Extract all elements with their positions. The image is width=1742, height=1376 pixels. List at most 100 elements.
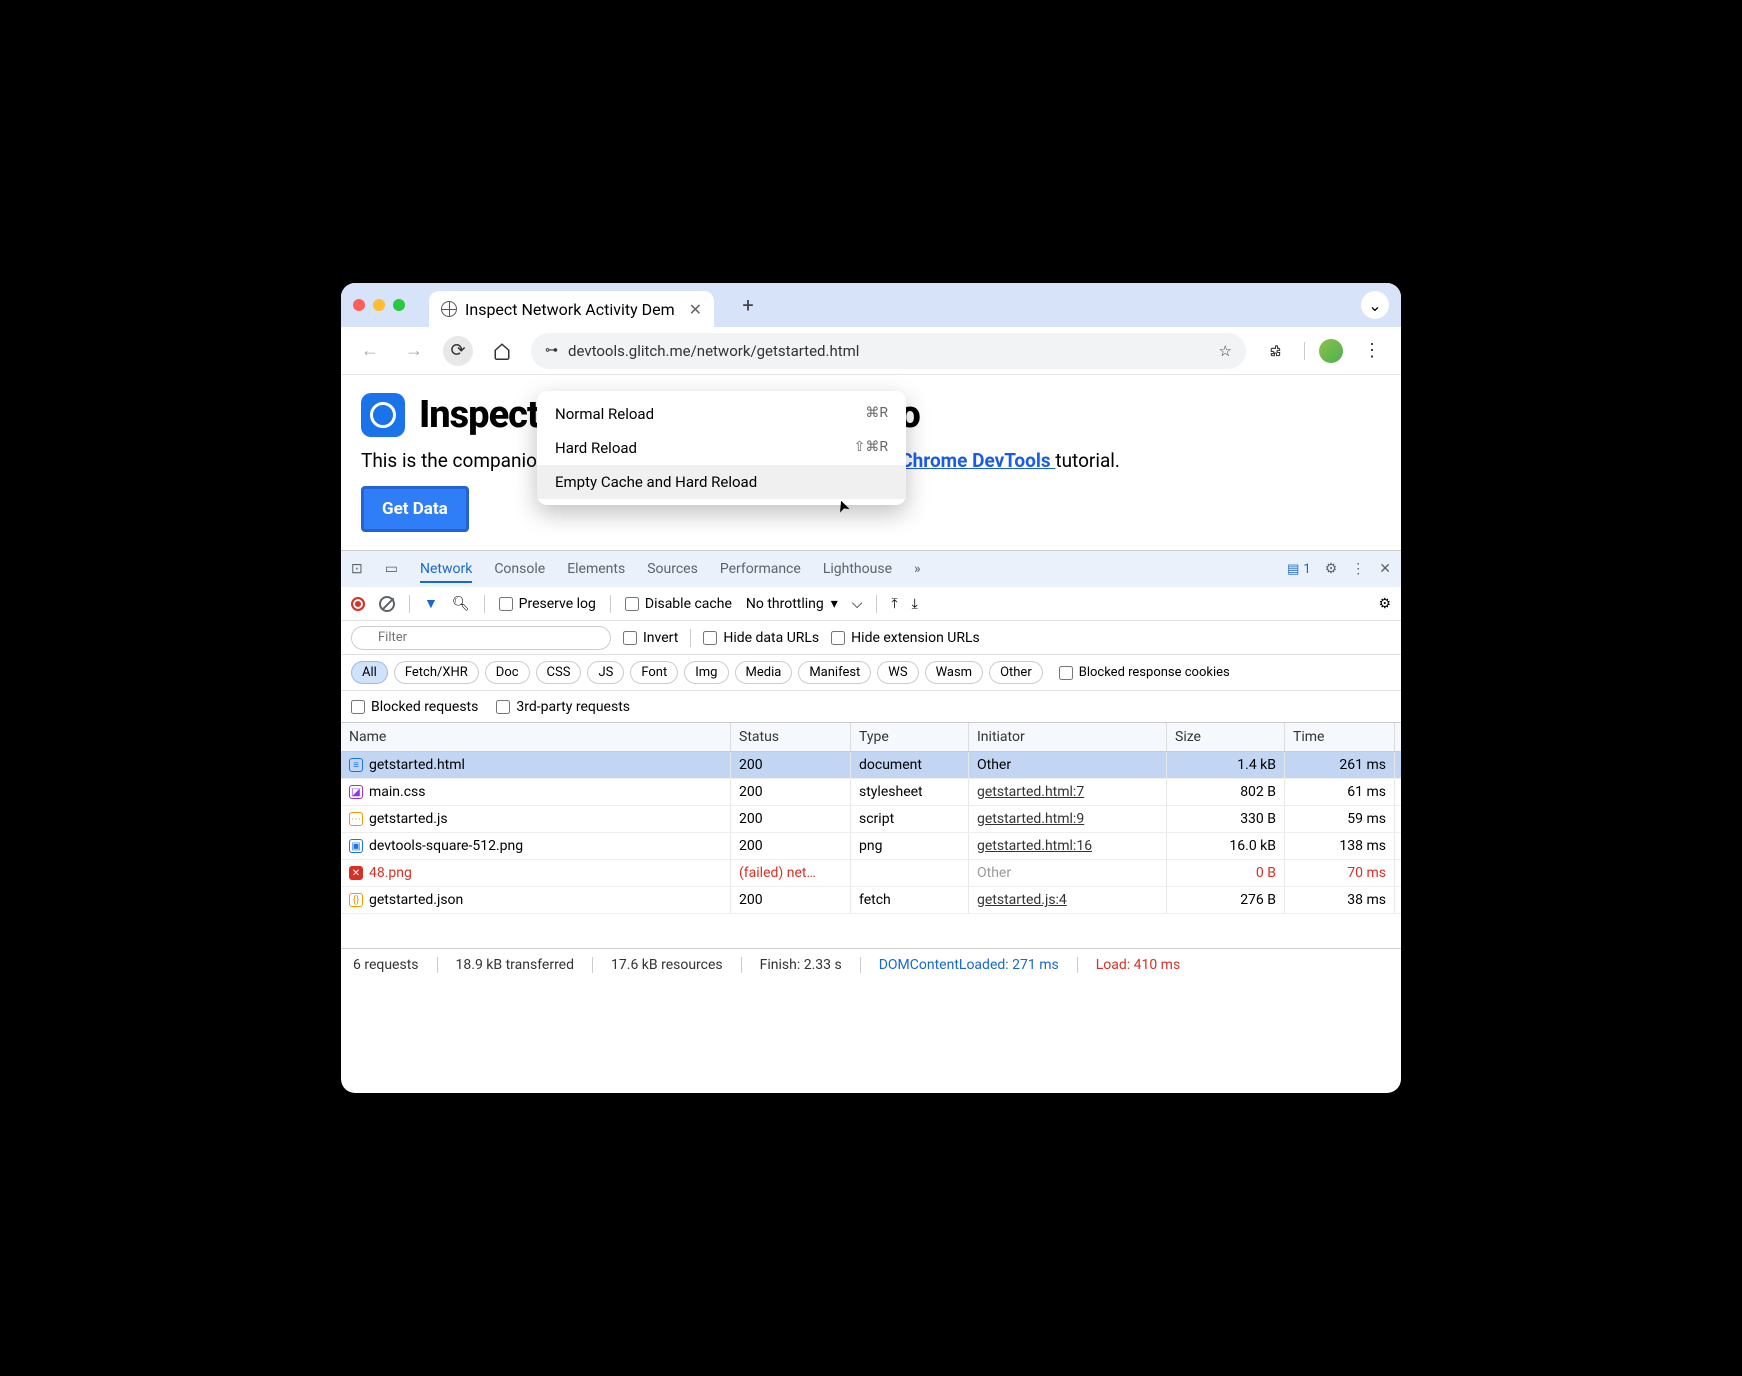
col-name[interactable]: Name [341, 723, 731, 751]
close-icon[interactable] [353, 299, 365, 311]
record-button[interactable] [351, 597, 365, 611]
reload-button[interactable]: ⟳ [443, 336, 473, 366]
table-row[interactable]: ✕48.png(failed) net…Other0 B70 ms [341, 860, 1401, 887]
table-row[interactable]: ⋯getstarted.js200scriptgetstarted.html:9… [341, 806, 1401, 833]
tab-console[interactable]: Console [494, 561, 545, 577]
hide-data-urls-checkbox[interactable]: Hide data URLs [703, 630, 819, 646]
browser-window: Inspect Network Activity Dem ✕ + ⌄ ← → ⟳… [341, 283, 1401, 1093]
separator [1304, 342, 1305, 360]
type-pill-all[interactable]: All [351, 661, 388, 684]
type-pill-js[interactable]: JS [587, 661, 624, 684]
site-settings-icon[interactable]: ⊶ [545, 343, 558, 358]
more-tabs-icon[interactable]: » [914, 561, 921, 577]
type-pill-wasm[interactable]: Wasm [925, 661, 984, 684]
profile-avatar[interactable] [1319, 339, 1343, 363]
toolbar: ← → ⟳ ⊶ devtools.glitch.me/network/getst… [341, 327, 1401, 375]
blocked-cookies-checkbox[interactable]: Blocked response cookies [1059, 665, 1230, 680]
forward-button[interactable]: → [399, 336, 429, 366]
search-icon[interactable]: 🔍︎ [452, 596, 470, 612]
reload-context-menu: Normal Reload ⌘R Hard Reload ⇧⌘R Empty C… [537, 391, 906, 505]
menu-hard-reload[interactable]: Hard Reload ⇧⌘R [537, 431, 906, 465]
address-bar[interactable]: ⊶ devtools.glitch.me/network/getstarted.… [531, 333, 1246, 369]
status-bar: 6 requests 18.9 kB transferred 17.6 kB r… [341, 948, 1401, 980]
tab-list-button[interactable]: ⌄ [1361, 291, 1389, 319]
menu-normal-reload[interactable]: Normal Reload ⌘R [537, 397, 906, 431]
status-resources: 17.6 kB resources [611, 957, 742, 973]
type-pill-fetch-xhr[interactable]: Fetch/XHR [394, 661, 479, 684]
filter-input[interactable] [351, 626, 611, 650]
close-devtools-icon[interactable]: ✕ [1379, 561, 1391, 577]
app-icon [361, 393, 405, 437]
type-filters: All Fetch/XHR Doc CSSJS Font Img MediaManifest… [341, 655, 1401, 691]
preserve-log-checkbox[interactable]: Preserve log [499, 596, 596, 612]
tab-lighthouse[interactable]: Lighthouse [823, 561, 892, 577]
inspect-icon[interactable]: ⊡ [351, 561, 363, 577]
more-icon[interactable]: ⋮ [1351, 561, 1365, 577]
col-size[interactable]: Size [1167, 723, 1285, 751]
disable-cache-checkbox[interactable]: Disable cache [625, 596, 732, 612]
type-pill-other[interactable]: Other [989, 661, 1043, 684]
network-settings-icon[interactable]: ⚙ [1378, 596, 1391, 612]
filter-row: Invert Hide data URLs Hide extension URL… [341, 621, 1401, 655]
type-pill-img[interactable]: Img [684, 661, 728, 684]
col-type[interactable]: Type [851, 723, 969, 751]
traffic-lights [353, 299, 405, 311]
type-pill-css[interactable]: CSS [536, 661, 582, 684]
third-party-checkbox[interactable]: 3rd-party requests [496, 699, 630, 715]
titlebar: Inspect Network Activity Dem ✕ + ⌄ [341, 283, 1401, 327]
filter-icon[interactable]: ▼ [424, 595, 438, 612]
status-load: Load: 410 ms [1096, 957, 1198, 973]
clear-button[interactable] [379, 596, 395, 612]
status-transferred: 18.9 kB transferred [456, 957, 594, 973]
get-data-button[interactable]: Get Data [361, 486, 469, 532]
table-row[interactable]: {}getstarted.json200fetchgetstarted.js:4… [341, 887, 1401, 914]
menu-button[interactable]: ⋮ [1357, 336, 1387, 366]
back-button[interactable]: ← [355, 336, 385, 366]
network-conditions-icon[interactable]: ⌵ [852, 596, 863, 612]
menu-empty-cache-hard-reload[interactable]: Empty Cache and Hard Reload [537, 465, 906, 499]
minimize-icon[interactable] [373, 299, 385, 311]
extensions-icon[interactable] [1260, 336, 1290, 366]
tab-title: Inspect Network Activity Dem [465, 300, 675, 319]
network-controls: ▼ 🔍︎ Preserve log Disable cache No throt… [341, 587, 1401, 621]
tab-elements[interactable]: Elements [567, 561, 625, 577]
close-tab-icon[interactable]: ✕ [689, 300, 702, 319]
type-pill-manifest[interactable]: Manifest [798, 661, 871, 684]
desc-suffix: tutorial. [1055, 449, 1120, 472]
bookmark-icon[interactable]: ☆ [1219, 342, 1232, 360]
table-row[interactable]: ◪main.css200stylesheetgetstarted.html:78… [341, 779, 1401, 806]
tab-sources[interactable]: Sources [647, 561, 698, 577]
col-initiator[interactable]: Initiator [969, 723, 1167, 751]
download-har-icon[interactable]: ⤓ [912, 596, 918, 612]
tab-network[interactable]: Network [420, 561, 472, 583]
status-finish: Finish: 2.33 s [760, 957, 861, 973]
blocked-requests-checkbox[interactable]: Blocked requests [351, 699, 478, 715]
maximize-icon[interactable] [393, 299, 405, 311]
url-text: devtools.glitch.me/network/getstarted.ht… [568, 342, 859, 360]
upload-har-icon[interactable]: ⤒ [891, 596, 897, 612]
globe-icon [441, 301, 457, 317]
status-requests: 6 requests [353, 957, 438, 973]
throttling-select[interactable]: No throttling ▾ [746, 596, 838, 612]
tab-performance[interactable]: Performance [720, 561, 801, 577]
type-pill-doc[interactable]: Doc [485, 661, 530, 684]
type-pill-font[interactable]: Font [630, 661, 678, 684]
devtools-panel: ⊡ ▭ Network Console Elements Sources Per… [341, 550, 1401, 980]
invert-checkbox[interactable]: Invert [623, 630, 678, 646]
home-button[interactable] [487, 336, 517, 366]
type-filters-2: Blocked requests 3rd-party requests [341, 691, 1401, 723]
hide-extension-urls-checkbox[interactable]: Hide extension URLs [831, 630, 980, 646]
table-row[interactable]: ▣devtools-square-512.png200pnggetstarted… [341, 833, 1401, 860]
type-pill-ws[interactable]: WS [877, 661, 918, 684]
col-time[interactable]: Time [1285, 723, 1395, 751]
table-row[interactable]: ≡getstarted.html200documentOther1.4 kB26… [341, 752, 1401, 779]
issues-badge[interactable]: ▤ 1 [1287, 562, 1311, 577]
device-icon[interactable]: ▭ [385, 561, 398, 577]
col-status[interactable]: Status [731, 723, 851, 751]
status-dcl: DOMContentLoaded: 271 ms [879, 957, 1078, 973]
new-tab-button[interactable]: + [734, 291, 762, 319]
settings-icon[interactable]: ⚙ [1325, 561, 1338, 577]
type-pill-media[interactable]: Media [735, 661, 793, 684]
browser-tab[interactable]: Inspect Network Activity Dem ✕ [429, 291, 714, 327]
network-table: Name Status Type Initiator Size Time ≡ge… [341, 723, 1401, 948]
